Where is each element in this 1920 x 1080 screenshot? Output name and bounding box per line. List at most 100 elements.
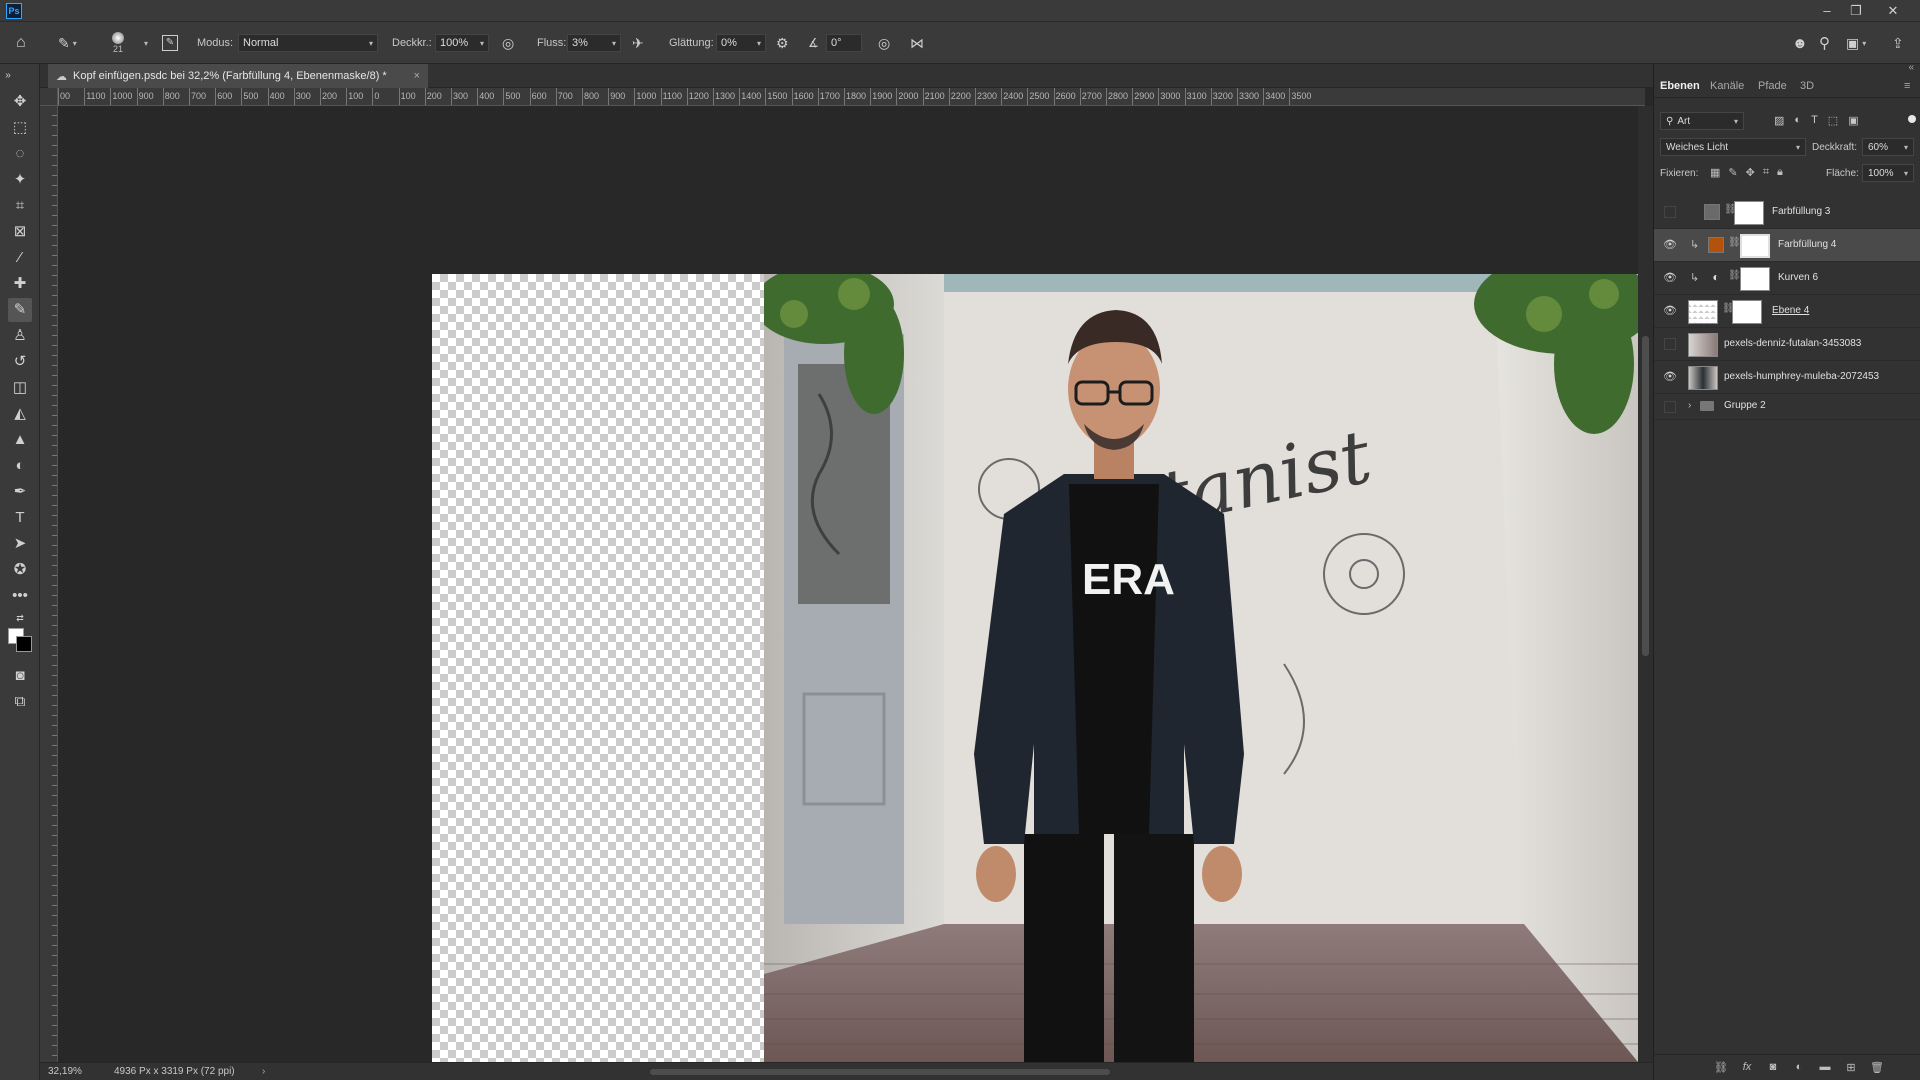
link-layers-icon[interactable]: ⛓ <box>1714 1061 1728 1075</box>
visibility-toggle[interactable] <box>1664 401 1676 413</box>
quick-mask-icon[interactable]: ◙ <box>8 664 32 688</box>
fill-swatch[interactable] <box>1704 204 1720 220</box>
pressure-opacity-button[interactable]: ◎ <box>502 22 514 64</box>
share-account-button[interactable]: ☻ <box>1792 22 1808 64</box>
more-tools-icon[interactable]: ••• <box>8 584 32 608</box>
pixel-filter-icon[interactable]: ▨ <box>1774 114 1784 127</box>
lock-artboard-icon[interactable]: ⌗ <box>1763 166 1769 179</box>
marquee-tool-icon[interactable]: ⬚ <box>8 116 32 140</box>
zoom-level[interactable]: 32,19% <box>48 1066 82 1077</box>
pressure-size-button[interactable]: ◎ <box>878 22 890 64</box>
fx-icon[interactable]: fx <box>1740 1061 1754 1075</box>
close-window-button[interactable]: ✕ <box>1880 1 1906 21</box>
search-button[interactable]: ⚲ <box>1819 22 1830 64</box>
lock-all-icon[interactable]: 🔒︎ <box>1777 166 1783 179</box>
adjustment-layer-icon[interactable]: ◐ <box>1792 1061 1806 1075</box>
swap-colors-icon[interactable]: ⇄ <box>8 612 32 624</box>
status-expand-icon[interactable]: › <box>262 1066 265 1077</box>
background-color-swatch[interactable] <box>16 636 32 652</box>
blur-tool-icon[interactable]: ▲ <box>8 428 32 452</box>
eraser-tool-icon[interactable]: ◫ <box>8 376 32 400</box>
restore-button[interactable]: ❐ <box>1843 1 1869 21</box>
lasso-tool-icon[interactable]: ◌ <box>8 142 32 166</box>
brush-settings-button[interactable]: ✎ <box>162 22 178 64</box>
new-group-icon[interactable]: ▬ <box>1818 1061 1832 1075</box>
pen-tool-icon[interactable]: ✒ <box>8 480 32 504</box>
collapse-icon[interactable]: » <box>2 70 14 82</box>
magic-wand-tool-icon[interactable]: ✦ <box>8 168 32 192</box>
filter-toggle-icon[interactable] <box>1908 115 1916 123</box>
move-tool-icon[interactable]: ✥ <box>8 90 32 114</box>
minimize-button[interactable]: – <box>1814 1 1840 21</box>
smart-object-filter-icon[interactable]: ▣ <box>1848 114 1858 127</box>
layer-name[interactable]: pexels-denniz-futalan-3453083 <box>1724 338 1861 349</box>
layer-mask-thumbnail[interactable] <box>1740 234 1770 258</box>
home-button[interactable]: ⌂ <box>16 22 26 64</box>
layer-mask-thumbnail[interactable] <box>1732 300 1762 324</box>
type-filter-icon[interactable]: T <box>1811 114 1818 127</box>
layer-mask-thumbnail[interactable] <box>1740 267 1770 291</box>
frame-tool-icon[interactable]: ⊠ <box>8 220 32 244</box>
layer-row[interactable]: 👁︎ ⛓ Ebene 4 <box>1654 295 1920 328</box>
layer-row[interactable]: 👁︎ ↳ ◐ ⛓ Kurven 6 <box>1654 262 1920 295</box>
layer-name[interactable]: Farbfüllung 4 <box>1778 239 1836 250</box>
layer-row-selected[interactable]: 👁︎ ↳ ⛓ Farbfüllung 4 <box>1654 229 1920 262</box>
lock-pixels-icon[interactable]: ✎ <box>1728 166 1737 179</box>
tab-channels[interactable]: Kanäle <box>1710 74 1744 98</box>
eye-icon[interactable]: 👁︎ <box>1662 304 1678 318</box>
shape-tool-icon[interactable]: ✪ <box>8 558 32 582</box>
panel-menu-icon[interactable]: ≡ <box>1904 74 1910 98</box>
chevron-right-icon[interactable]: › <box>1688 400 1691 411</box>
blend-mode-select[interactable]: Weiches Licht ▾ <box>1660 138 1806 156</box>
visibility-toggle[interactable] <box>1664 206 1676 218</box>
brush-tool-icon[interactable]: ✎ <box>8 298 32 322</box>
link-icon[interactable]: ⛓ <box>1728 270 1741 281</box>
layer-thumbnail[interactable] <box>1688 366 1718 390</box>
eyedropper-tool-icon[interactable]: ⁄ <box>8 246 32 270</box>
brush-size-picker[interactable]: 21 <box>112 22 124 64</box>
screen-mode-icon[interactable]: ⧉ <box>8 690 32 714</box>
smoothing-field[interactable]: 0% ▾ <box>716 34 766 52</box>
chevron-down-icon[interactable]: ▾ <box>144 39 148 48</box>
shape-filter-icon[interactable]: ⬚ <box>1828 114 1838 127</box>
layer-group-row[interactable]: › Gruppe 2 <box>1654 394 1920 420</box>
document-tab[interactable]: ☁ Kopf einfügen.psdc bei 32,2% (Farbfüll… <box>48 64 428 88</box>
share-button[interactable]: ⇪ <box>1892 22 1904 64</box>
link-icon[interactable]: ⛓ <box>1728 237 1741 248</box>
mode-select[interactable]: Normal ▾ <box>238 34 378 52</box>
vertical-scrollbar[interactable] <box>1638 106 1653 1062</box>
fill-swatch[interactable] <box>1708 237 1724 253</box>
add-mask-icon[interactable]: ◙ <box>1766 1061 1780 1075</box>
opacity-field[interactable]: 100% ▾ <box>435 34 489 52</box>
eye-icon[interactable]: 👁︎ <box>1662 238 1678 252</box>
fill-field[interactable]: 100% ▾ <box>1862 164 1914 182</box>
path-selection-tool-icon[interactable]: ➤ <box>8 532 32 556</box>
layer-thumbnail[interactable] <box>1688 333 1718 357</box>
layer-filter-select[interactable]: ⚲ Art ▾ <box>1660 112 1744 130</box>
layer-thumbnail[interactable] <box>1688 300 1718 324</box>
layer-row[interactable]: 👁︎ pexels-humphrey-muleba-2072453 <box>1654 361 1920 394</box>
tool-preset-picker[interactable]: ✎ ▾ <box>58 22 77 64</box>
tab-layers[interactable]: Ebenen <box>1660 74 1700 98</box>
tab-paths[interactable]: Pfade <box>1758 74 1787 98</box>
dodge-tool-icon[interactable]: ◐ <box>8 454 32 478</box>
smoothing-settings-button[interactable]: ⚙ <box>776 22 789 64</box>
eye-icon[interactable]: 👁︎ <box>1662 370 1678 384</box>
layer-row[interactable]: ⛓ Farbfüllung 3 <box>1654 196 1920 229</box>
trash-icon[interactable]: 🗑︎ <box>1870 1061 1884 1075</box>
document-canvas[interactable]: otanist ERA <box>432 274 1638 1062</box>
horizontal-scrollbar-thumb[interactable] <box>650 1069 1110 1075</box>
healing-tool-icon[interactable]: ✚ <box>8 272 32 296</box>
type-tool-icon[interactable]: T <box>8 506 32 530</box>
angle-field[interactable]: 0° <box>826 34 862 52</box>
layer-name[interactable]: Farbfüllung 3 <box>1772 206 1830 217</box>
history-brush-tool-icon[interactable]: ↺ <box>8 350 32 374</box>
layer-name[interactable]: pexels-humphrey-muleba-2072453 <box>1724 371 1879 382</box>
close-tab-icon[interactable]: × <box>414 70 420 82</box>
new-layer-icon[interactable]: ⊞ <box>1844 1061 1858 1075</box>
lock-transparency-icon[interactable]: ▦ <box>1710 166 1720 179</box>
symmetry-button[interactable]: ⋈ <box>910 22 924 64</box>
crop-tool-icon[interactable]: ⌗ <box>8 194 32 218</box>
layer-mask-thumbnail[interactable] <box>1734 201 1764 225</box>
panel-collapse-icon[interactable]: « <box>1908 62 1914 73</box>
